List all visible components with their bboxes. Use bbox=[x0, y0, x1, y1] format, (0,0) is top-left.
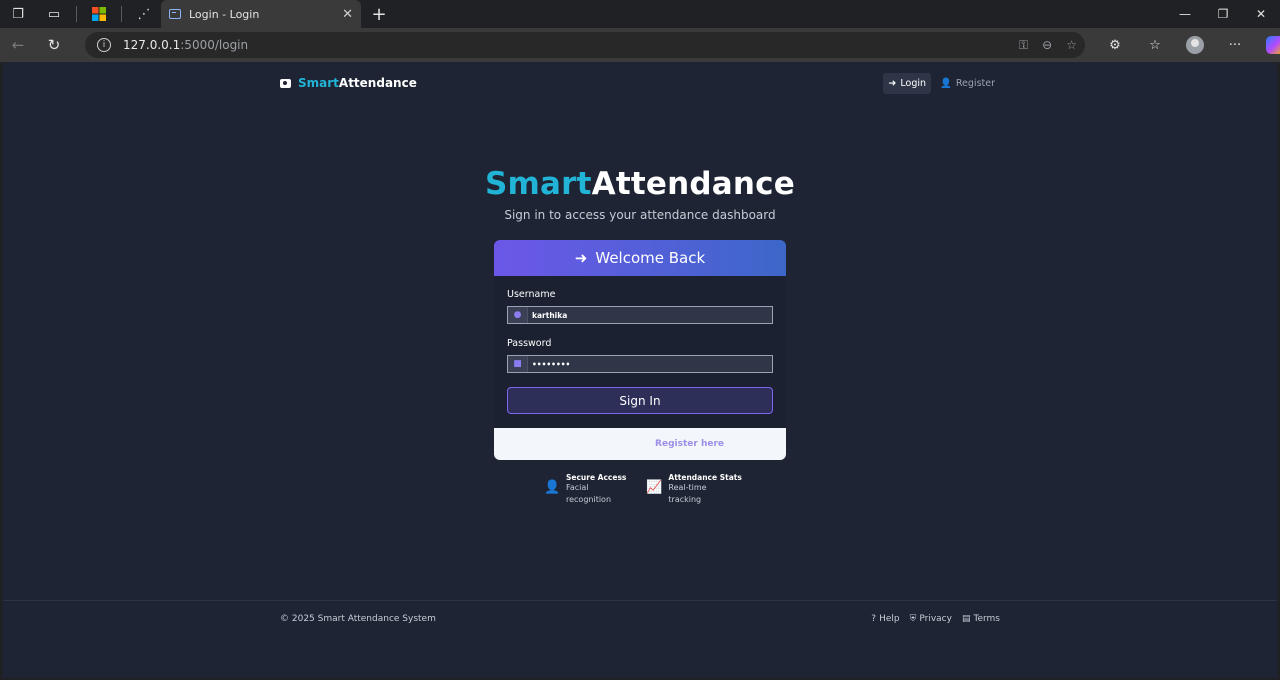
privacy-link[interactable]: ⛨ Privacy bbox=[910, 614, 952, 624]
new-tab-button[interactable]: + bbox=[368, 0, 390, 28]
terminal-favicon-icon bbox=[169, 9, 181, 19]
help-link[interactable]: ? Help bbox=[871, 614, 899, 624]
tab-title: Login - Login bbox=[189, 7, 260, 21]
site-navbar: SmartAttendance ➜ Login 👤 Register bbox=[280, 72, 1000, 94]
footer-divider bbox=[3, 600, 1277, 601]
page-content: SmartAttendance ➜ Login 👤 Register Smart… bbox=[3, 62, 1277, 678]
feature-title: Secure Access bbox=[566, 473, 627, 482]
feature-desc: Facial recognition bbox=[566, 483, 612, 504]
password-field[interactable]: ■ •••••••• bbox=[507, 355, 773, 373]
username-label: Username bbox=[507, 289, 556, 300]
feature-text: Secure Access Facial recognition bbox=[566, 473, 626, 506]
microsoft-logo-icon bbox=[92, 7, 106, 21]
copilot-button[interactable] bbox=[1255, 36, 1280, 54]
separator bbox=[76, 6, 77, 22]
feature-desc: Real-time tracking bbox=[668, 483, 707, 504]
feature-text: Attendance Stats Real-time tracking bbox=[668, 473, 741, 506]
feature-list: 👤 Secure Access Facial recognition 📈 Att… bbox=[544, 473, 742, 506]
browser-toolbar: ← ↻ i 127.0.0.1:5000/login ⚿ ⊖ ☆ ⚙ ☆ ··· bbox=[0, 28, 1280, 62]
title-accent: Smart bbox=[485, 166, 592, 202]
privacy-label: Privacy bbox=[919, 614, 952, 624]
site-footer: © 2025 Smart Attendance System ? Help ⛨ Pr… bbox=[280, 614, 1000, 624]
feature-secure-access: 👤 Secure Access Facial recognition bbox=[544, 473, 626, 506]
password-key-icon[interactable]: ⚿ bbox=[1019, 38, 1028, 53]
hero: SmartAttendance Sign in to access your a… bbox=[3, 166, 1277, 222]
camera-icon bbox=[280, 78, 291, 88]
tab-actions-icon[interactable]: ▭ bbox=[36, 0, 72, 28]
lock-icon: ■ bbox=[508, 356, 528, 372]
document-icon: ▤ bbox=[961, 614, 971, 624]
brand-link[interactable]: SmartAttendance bbox=[280, 76, 417, 90]
sign-in-button[interactable]: Sign In bbox=[507, 387, 773, 414]
back-icon[interactable]: ← bbox=[0, 28, 36, 62]
login-card: ➜ Welcome Back Username ● karthika Passw… bbox=[494, 240, 786, 460]
address-bar[interactable]: i 127.0.0.1:5000/login ⚿ ⊖ ☆ bbox=[85, 32, 1085, 58]
profile-avatar-icon bbox=[1186, 36, 1204, 54]
sign-in-icon: ➜ bbox=[888, 77, 897, 89]
maximize-icon[interactable]: ❐ bbox=[1204, 0, 1242, 28]
tab-close-icon[interactable]: ✕ bbox=[342, 7, 353, 22]
login-card-footer: Register here bbox=[494, 428, 786, 460]
address-bar-actions: ⚿ ⊖ ☆ bbox=[1019, 32, 1077, 58]
url-host: 127.0.0.1 bbox=[123, 38, 181, 52]
zoom-icon[interactable]: ⊖ bbox=[1042, 38, 1052, 52]
refresh-icon[interactable]: ↻ bbox=[36, 28, 72, 62]
nav-links: ➜ Login 👤 Register bbox=[883, 72, 1000, 94]
nav-login-label: Login bbox=[900, 77, 927, 89]
close-window-icon[interactable]: ✕ bbox=[1242, 0, 1280, 28]
login-form: Username ● karthika Password ■ •••••••• … bbox=[494, 276, 786, 414]
login-card-header: ➜ Welcome Back bbox=[494, 240, 786, 276]
page-subtitle: Sign in to access your attendance dashbo… bbox=[504, 208, 776, 222]
browser-tab-bar: ❐ ▭ ⋰ Login - Login ✕ + — ❐ ✕ bbox=[0, 0, 1280, 28]
user-icon: ● bbox=[508, 307, 528, 323]
username-field[interactable]: ● karthika bbox=[507, 306, 773, 324]
favorites-icon[interactable]: ☆ bbox=[1135, 38, 1175, 53]
nav-register-link[interactable]: 👤 Register bbox=[935, 73, 1000, 94]
profile-button[interactable] bbox=[1175, 36, 1215, 54]
nav-login-link[interactable]: ➜ Login bbox=[883, 72, 932, 94]
microsoft-store-tab-icon[interactable] bbox=[81, 0, 117, 28]
copyright-text: © 2025 Smart Attendance System bbox=[280, 614, 436, 624]
password-label: Password bbox=[507, 338, 552, 349]
feature-attendance-stats: 📈 Attendance Stats Real-time tracking bbox=[646, 473, 741, 506]
feature-title: Attendance Stats bbox=[668, 473, 742, 482]
toolbar-right: ⚙ ☆ ··· bbox=[1095, 28, 1280, 62]
brand-accent: Smart bbox=[298, 76, 339, 90]
nav-register-label: Register bbox=[955, 77, 995, 89]
workspaces-icon[interactable]: ❐ bbox=[0, 0, 36, 28]
loading-tab-icon[interactable]: ⋰ bbox=[126, 0, 162, 28]
extensions-icon[interactable]: ⚙ bbox=[1095, 38, 1135, 53]
chart-line-icon: 📈 bbox=[646, 480, 663, 495]
user-plus-icon: 👤 bbox=[940, 77, 952, 89]
user-shield-icon: 👤 bbox=[544, 480, 561, 495]
terms-label: Terms bbox=[973, 614, 1000, 624]
terms-link[interactable]: ▤ Terms bbox=[962, 614, 1000, 624]
page-title: SmartAttendance bbox=[3, 166, 1277, 202]
footer-links: ? Help ⛨ Privacy ▤ Terms bbox=[871, 614, 1000, 624]
separator bbox=[121, 6, 122, 22]
minimize-icon[interactable]: — bbox=[1166, 0, 1204, 28]
shield-icon: ⛨ bbox=[909, 614, 917, 624]
more-menu-icon[interactable]: ··· bbox=[1215, 38, 1255, 53]
tab-login[interactable]: Login - Login ✕ bbox=[161, 0, 361, 28]
login-card-title: Welcome Back bbox=[595, 249, 706, 267]
title-rest: Attendance bbox=[591, 166, 795, 202]
brand-rest: Attendance bbox=[338, 76, 417, 90]
url-path: :5000/login bbox=[180, 38, 249, 52]
site-info-icon[interactable]: i bbox=[97, 38, 111, 52]
help-label: Help bbox=[879, 614, 900, 624]
sign-in-icon: ➜ bbox=[574, 249, 588, 267]
register-link[interactable]: Register here bbox=[655, 439, 724, 449]
copilot-icon bbox=[1266, 36, 1280, 54]
brand-text: SmartAttendance bbox=[298, 76, 417, 90]
window-controls: — ❐ ✕ bbox=[1166, 0, 1280, 28]
question-circle-icon: ? bbox=[871, 614, 877, 624]
password-value[interactable]: •••••••• bbox=[528, 360, 570, 369]
username-value[interactable]: karthika bbox=[528, 311, 567, 320]
favorite-star-icon[interactable]: ☆ bbox=[1066, 38, 1077, 52]
